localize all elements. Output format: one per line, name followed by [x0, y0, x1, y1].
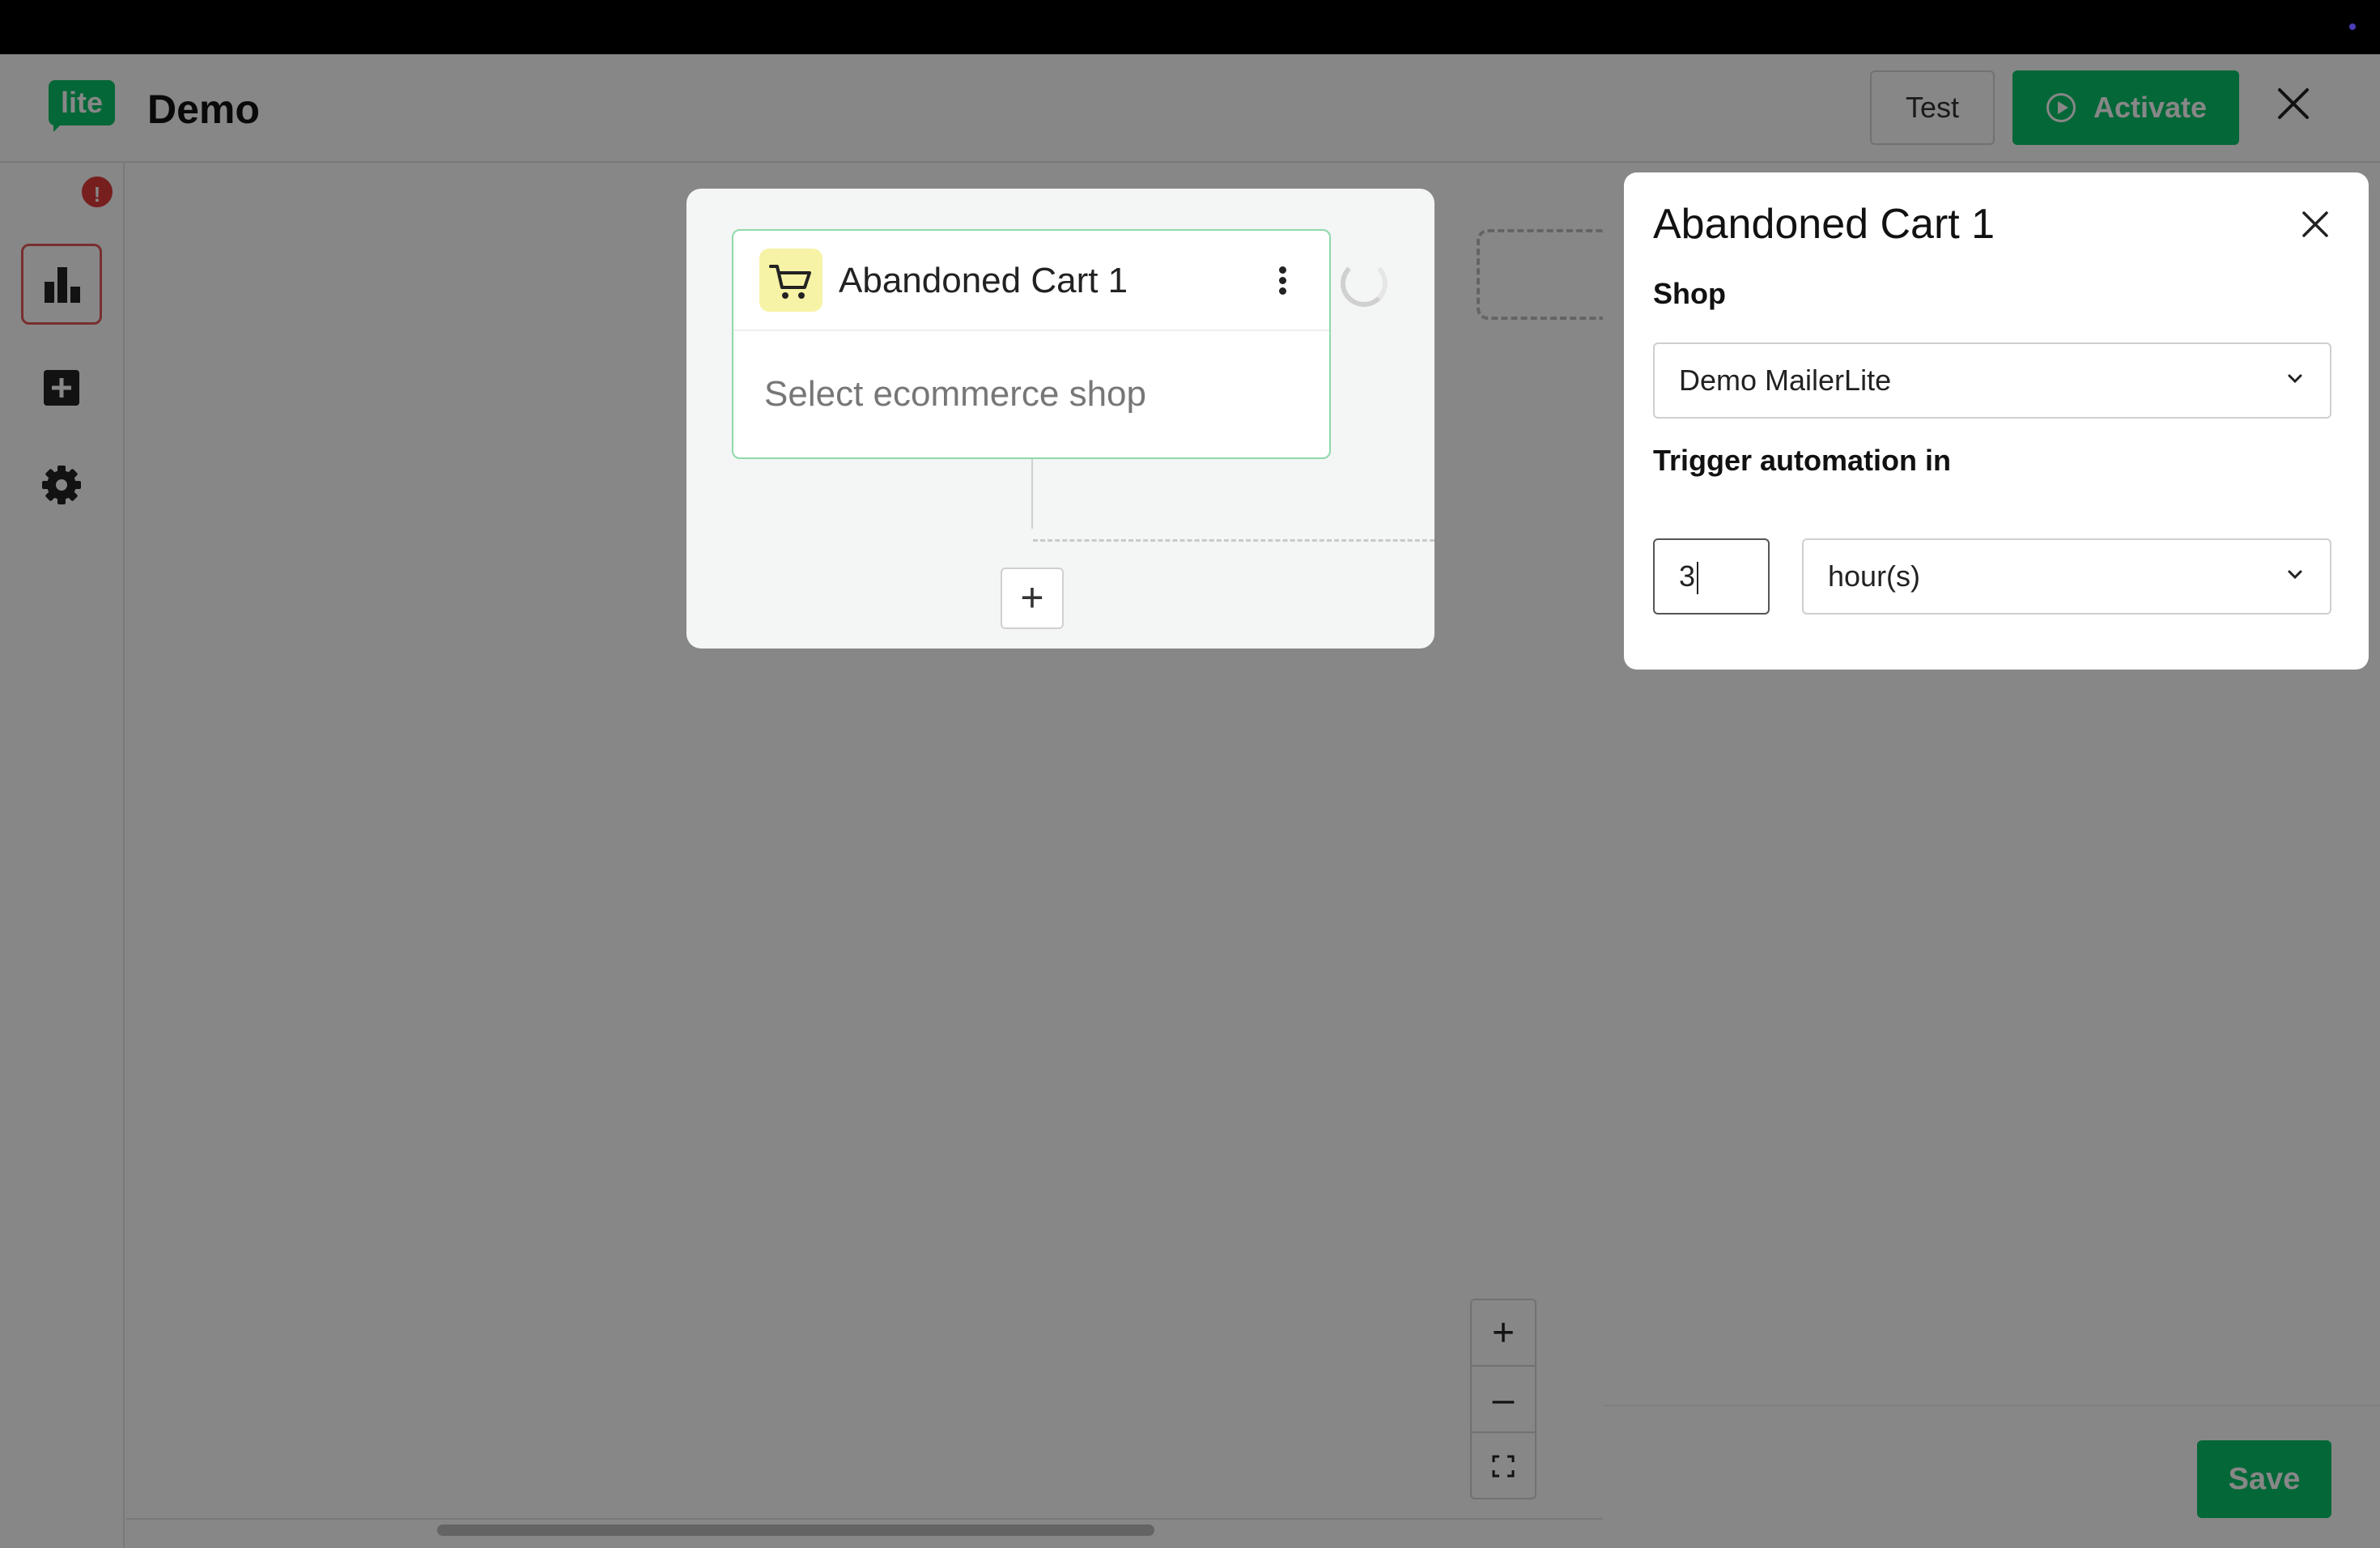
trigger-amount-input[interactable]: 3	[1653, 538, 1770, 615]
trigger-node-spotlight: Abandoned Cart 1 Select ecommerce shop +	[686, 189, 1434, 649]
alert-badge: !	[79, 174, 115, 210]
page-title[interactable]: Demo	[147, 85, 260, 134]
bar-chart-icon	[45, 267, 80, 303]
sidebar-item-stats[interactable]	[21, 244, 102, 325]
loading-spinner-icon	[1341, 260, 1388, 307]
trigger-unit-select[interactable]: hour(s)	[1802, 538, 2331, 615]
close-panel-button[interactable]	[2293, 202, 2338, 247]
activate-button[interactable]: Activate	[2012, 70, 2239, 145]
activate-label: Activate	[2093, 91, 2208, 124]
panel-title: Abandoned Cart 1	[1653, 201, 1995, 248]
branch-dashed-connector	[1033, 539, 1434, 542]
trigger-node-title: Abandoned Cart 1	[839, 261, 1128, 300]
trigger-node[interactable]: Abandoned Cart 1 Select ecommerce shop	[732, 229, 1331, 459]
cart-icon	[769, 265, 811, 299]
chevron-down-icon	[2288, 570, 2302, 580]
close-editor-button[interactable]	[2273, 83, 2314, 132]
more-options-icon[interactable]	[1274, 266, 1290, 299]
camera-indicator-icon	[2349, 23, 2356, 30]
logo-text: lite	[49, 80, 115, 125]
zoom-in-button[interactable]: +	[1472, 1300, 1535, 1367]
trigger-label: Trigger automation in	[1653, 444, 1952, 477]
fit-screen-icon	[1492, 1455, 1515, 1478]
test-button[interactable]: Test	[1870, 70, 1995, 145]
system-top-bar	[0, 0, 2380, 54]
play-circle-icon	[2046, 93, 2076, 122]
add-step-button[interactable]: +	[1001, 568, 1064, 629]
mailerlite-logo[interactable]: lite	[49, 80, 115, 132]
trigger-node-placeholder: Select ecommerce shop	[764, 374, 1146, 414]
sidebar-item-settings[interactable]	[21, 444, 102, 525]
close-icon	[2278, 88, 2309, 119]
shop-label: Shop	[1653, 277, 1726, 310]
sidebar-item-add[interactable]	[21, 347, 102, 428]
empty-step-placeholder[interactable]	[1477, 229, 1606, 320]
shop-select-value: Demo MailerLite	[1679, 364, 1892, 397]
automation-editor: lite Demo Test Activate ! + – Save Aband…	[0, 54, 2380, 1548]
chevron-down-icon	[2288, 374, 2302, 384]
trigger-amount-value: 3	[1679, 559, 1696, 593]
zoom-out-button[interactable]: –	[1472, 1367, 1535, 1433]
left-sidebar: !	[0, 163, 125, 1548]
shop-select[interactable]: Demo MailerLite	[1653, 342, 2331, 419]
gear-icon	[42, 466, 81, 504]
top-header: lite Demo Test Activate	[0, 54, 2380, 163]
fit-screen-button[interactable]	[1472, 1433, 1535, 1499]
trigger-unit-value: hour(s)	[1828, 559, 1921, 593]
trigger-settings-card: Abandoned Cart 1 Shop Demo MailerLite Tr…	[1624, 172, 2369, 670]
close-icon	[2302, 211, 2328, 237]
zoom-controls: + –	[1470, 1299, 1536, 1499]
plus-square-icon	[44, 370, 79, 406]
cart-icon-box	[759, 249, 822, 312]
trigger-node-header: Abandoned Cart 1	[733, 231, 1329, 331]
save-button[interactable]: Save	[2197, 1440, 2331, 1518]
horizontal-scrollbar[interactable]	[437, 1525, 1154, 1536]
node-connector	[1031, 459, 1033, 529]
